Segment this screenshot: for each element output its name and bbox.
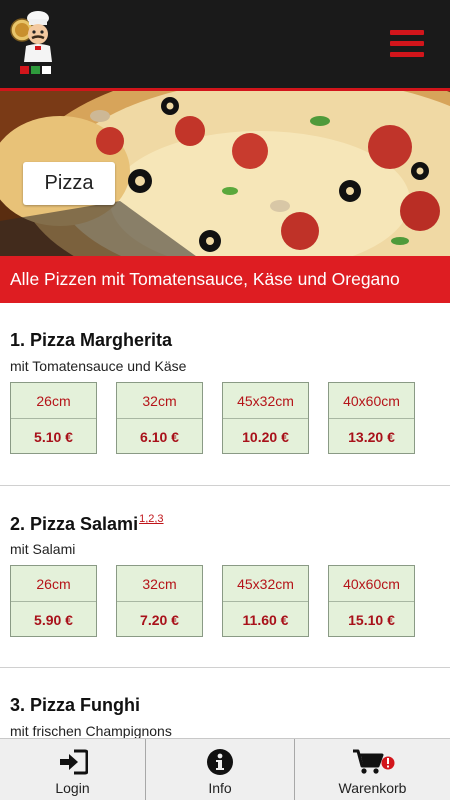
info-icon bbox=[206, 748, 234, 776]
category-hero-image: Pizza bbox=[0, 88, 450, 256]
size-option-button[interactable]: 32cm 6.10 € bbox=[116, 382, 203, 454]
cart-icon bbox=[351, 748, 395, 776]
product-name: 3. Pizza Funghi bbox=[10, 695, 141, 715]
product-description: mit Salami bbox=[10, 541, 76, 557]
size-label: 26cm bbox=[11, 566, 96, 602]
nav-label: Warenkorb bbox=[338, 780, 407, 796]
size-price: 11.60 € bbox=[242, 611, 289, 628]
size-option-button[interactable]: 32cm 7.20 € bbox=[116, 565, 203, 637]
additive-footnote-link[interactable]: 1,2,3 bbox=[139, 513, 163, 525]
product-name: 2. Pizza Salami1,2,3 bbox=[10, 513, 164, 534]
size-option-button[interactable]: 45x32cm 10.20 € bbox=[222, 382, 309, 454]
size-label: 32cm bbox=[117, 566, 202, 602]
nav-login-button[interactable]: Login bbox=[0, 739, 145, 800]
size-price: 10.20 € bbox=[242, 428, 289, 445]
size-option-button[interactable]: 26cm 5.10 € bbox=[10, 382, 97, 454]
product-description: mit frischen Champignons bbox=[10, 723, 172, 739]
pizza-chef-logo-icon[interactable] bbox=[8, 8, 60, 76]
size-price: 7.20 € bbox=[140, 611, 179, 628]
size-price: 5.90 € bbox=[34, 611, 73, 628]
category-label: Pizza bbox=[23, 162, 115, 205]
size-option-button[interactable]: 45x32cm 11.60 € bbox=[222, 565, 309, 637]
size-label: 32cm bbox=[117, 383, 202, 419]
size-option-button[interactable]: 40x60cm 15.10 € bbox=[328, 565, 415, 637]
product-name: 1. Pizza Margherita bbox=[10, 330, 173, 350]
size-price: 5.10 € bbox=[34, 428, 73, 445]
hamburger-menu-icon[interactable] bbox=[390, 30, 424, 60]
login-icon bbox=[58, 748, 88, 776]
category-info-banner: Alle Pizzen mit Tomatensauce, Käse und O… bbox=[0, 256, 450, 303]
size-price: 15.10 € bbox=[348, 611, 395, 628]
nav-cart-button[interactable]: Warenkorb bbox=[295, 739, 450, 800]
size-options: 26cm 5.90 € 32cm 7.20 € 45x32cm 11.60 € … bbox=[0, 565, 450, 639]
product-description: mit Tomatensauce und Käse bbox=[10, 358, 187, 374]
size-label: 40x60cm bbox=[329, 566, 414, 602]
product-divider bbox=[0, 667, 450, 668]
bottom-navigation: Login Info Warenkorb bbox=[0, 738, 450, 800]
size-label: 45x32cm bbox=[223, 383, 308, 419]
size-label: 40x60cm bbox=[329, 383, 414, 419]
size-label: 26cm bbox=[11, 383, 96, 419]
nav-label: Info bbox=[208, 780, 232, 796]
size-price: 13.20 € bbox=[348, 428, 395, 445]
size-label: 45x32cm bbox=[223, 566, 308, 602]
size-price: 6.10 € bbox=[140, 428, 179, 445]
nav-label: Login bbox=[55, 780, 90, 796]
size-option-button[interactable]: 26cm 5.90 € bbox=[10, 565, 97, 637]
size-option-button[interactable]: 40x60cm 13.20 € bbox=[328, 382, 415, 454]
app-header bbox=[0, 0, 450, 88]
product-divider bbox=[0, 485, 450, 486]
nav-info-button[interactable]: Info bbox=[146, 739, 294, 800]
size-options: 26cm 5.10 € 32cm 6.10 € 45x32cm 10.20 € … bbox=[0, 382, 450, 456]
